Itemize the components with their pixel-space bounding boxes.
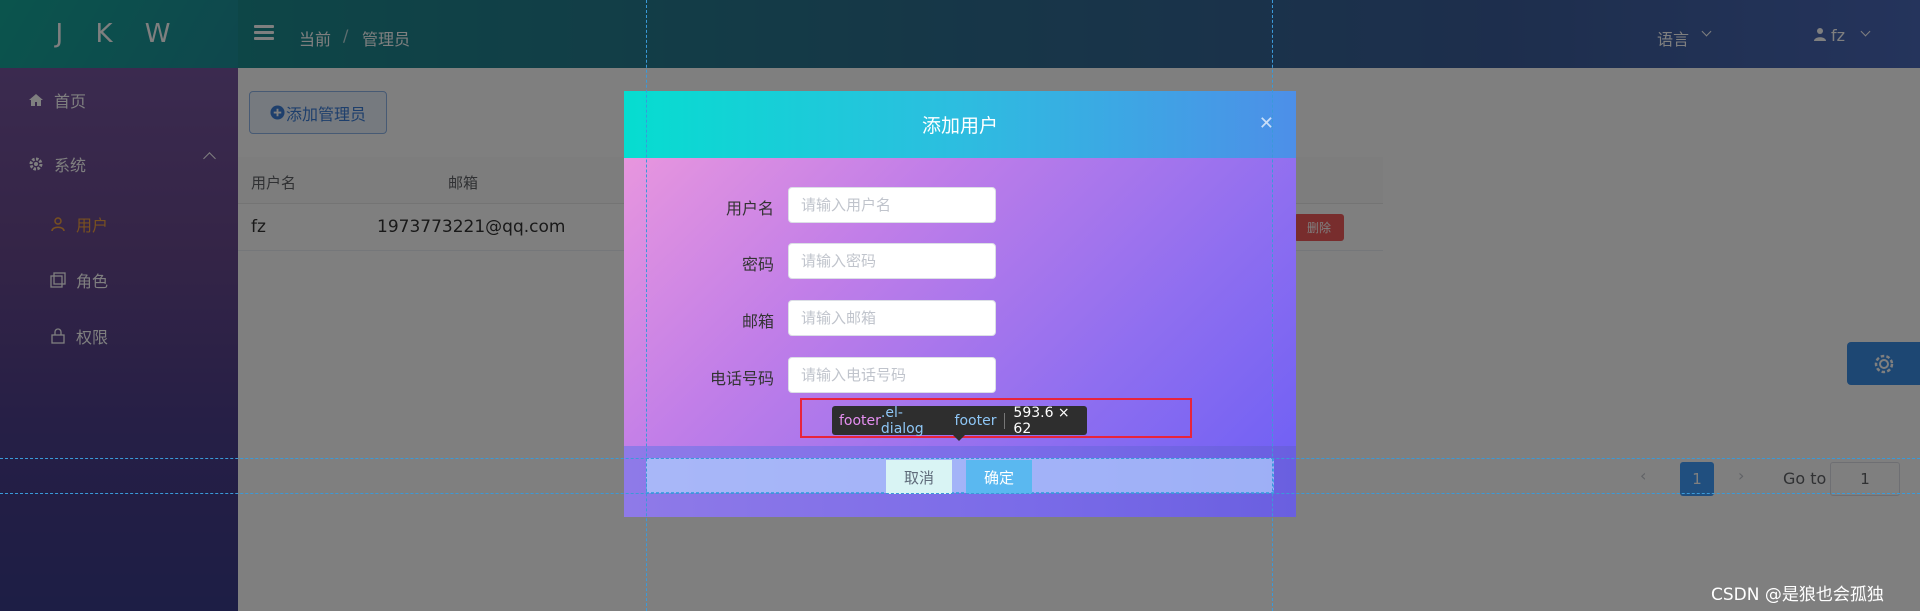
dialog-footer: [624, 446, 1296, 517]
guide-line: [0, 458, 1920, 459]
devtools-tooltip: footer .el-dialog footer 593.6 × 62: [832, 404, 1087, 437]
tooltip-arrow: [953, 435, 965, 441]
tooltip-size: 593.6 × 62: [1013, 404, 1070, 437]
guide-line: [646, 0, 647, 611]
dialog-header: 添加用户: [624, 91, 1296, 158]
tooltip-class: footer: [954, 412, 997, 429]
devtools-highlight: [646, 458, 1274, 493]
tooltip-class: .el-dialog: [880, 404, 924, 437]
watermark: CSDN @是狼也会孤独: [1711, 585, 1884, 605]
dialog-title: 添加用户: [921, 115, 998, 137]
tooltip-tag: footer: [839, 412, 881, 429]
username-input[interactable]: [788, 187, 996, 223]
guide-line: [1272, 0, 1273, 611]
guide-line: [0, 493, 1920, 494]
password-input[interactable]: [788, 243, 996, 279]
cancel-button[interactable]: 取消: [886, 460, 952, 494]
confirm-button[interactable]: 确定: [966, 460, 1032, 494]
email-input[interactable]: [788, 300, 996, 336]
add-user-dialog: 添加用户 ✕ 用户名 密码 邮箱 电话号码 取消 确定: [624, 91, 1296, 517]
phone-input[interactable]: [788, 357, 996, 393]
